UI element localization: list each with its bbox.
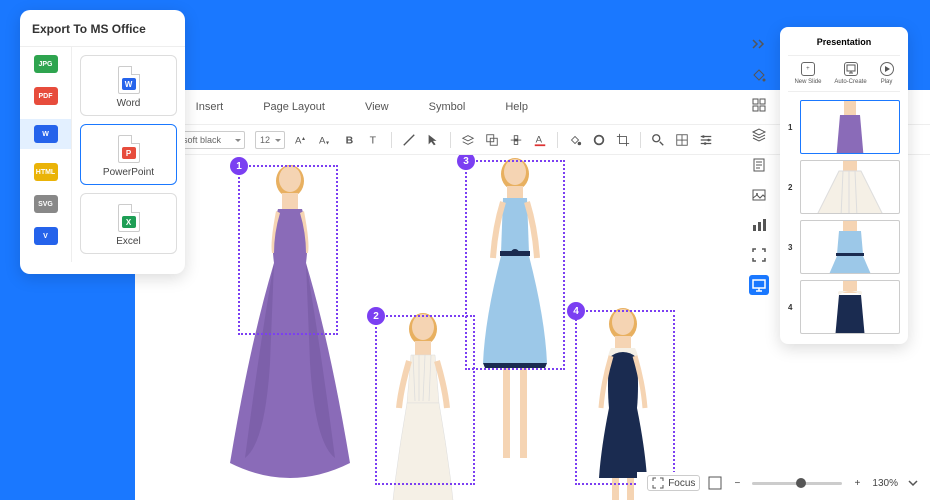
presentation-tool-icon[interactable] <box>749 275 769 295</box>
selection-badge-3: 3 <box>457 155 475 170</box>
selection-badge-2: 2 <box>367 307 385 325</box>
zoom-out-button[interactable]: − <box>730 476 744 490</box>
export-excel-label: Excel <box>116 236 140 247</box>
fill-color-icon[interactable] <box>568 133 582 147</box>
play-icon <box>880 62 894 76</box>
play-button[interactable]: Play <box>880 62 894 85</box>
export-title: Export To MS Office <box>20 22 185 47</box>
presentation-title: Presentation <box>788 37 900 47</box>
auto-create-button[interactable]: Auto-Create <box>834 62 866 85</box>
align-icon[interactable] <box>509 133 523 147</box>
font-decrease-icon[interactable]: A▾ <box>319 133 333 147</box>
settings-icon[interactable] <box>699 133 713 147</box>
collapse-icon[interactable] <box>749 37 769 51</box>
status-bar: Focus − + 130% <box>637 472 930 494</box>
fill-tool-icon[interactable] <box>749 65 769 85</box>
search-icon[interactable] <box>651 133 665 147</box>
svg-text:A: A <box>536 134 543 145</box>
text-icon[interactable]: T <box>367 133 381 147</box>
slide-1[interactable]: 1 <box>788 100 900 154</box>
selection-badge-1: 1 <box>230 157 248 175</box>
menu-symbol[interactable]: Symbol <box>429 101 466 113</box>
font-color-icon[interactable]: A <box>533 133 547 147</box>
group-icon[interactable] <box>485 133 499 147</box>
svg-text:B: B <box>346 134 354 146</box>
grid-icon[interactable] <box>675 133 689 147</box>
svg-text:▾: ▾ <box>326 139 329 146</box>
svg-text:T: T <box>370 134 377 146</box>
export-format-pdf[interactable]: PDF <box>34 87 58 105</box>
export-format-word-selected[interactable]: W <box>20 119 71 149</box>
menu-help[interactable]: Help <box>505 101 528 113</box>
chevron-down-icon[interactable] <box>906 476 920 490</box>
export-format-jpg[interactable]: JPG <box>34 55 58 73</box>
focus-button[interactable]: Focus <box>647 475 700 491</box>
export-word-card[interactable]: W Word <box>80 55 177 116</box>
export-format-visio[interactable]: V <box>34 227 58 245</box>
font-increase-icon[interactable]: A▴ <box>295 133 309 147</box>
line-icon[interactable] <box>402 133 416 147</box>
right-tool-column <box>749 29 775 303</box>
slide-2[interactable]: 2 <box>788 160 900 214</box>
chart-tool-icon[interactable] <box>749 215 769 235</box>
expand-tool-icon[interactable] <box>749 245 769 265</box>
svg-text:A: A <box>295 135 302 146</box>
crop-icon[interactable] <box>616 133 630 147</box>
layers-icon[interactable] <box>461 133 475 147</box>
presentation-panel: Presentation + New Slide Auto-Create Pla… <box>780 27 908 344</box>
export-powerpoint-card[interactable]: P PowerPoint <box>80 124 177 185</box>
menu-view[interactable]: View <box>365 101 389 113</box>
selection-box-3[interactable]: 3 <box>465 160 565 370</box>
export-format-html[interactable]: HTML <box>34 163 58 181</box>
export-format-list: JPG PDF W HTML SVG V <box>20 47 72 262</box>
svg-text:▴: ▴ <box>302 135 305 142</box>
export-powerpoint-label: PowerPoint <box>103 167 154 178</box>
image-tool-icon[interactable] <box>749 185 769 205</box>
zoom-in-button[interactable]: + <box>850 476 864 490</box>
shapes-tool-icon[interactable] <box>749 95 769 115</box>
slide-4[interactable]: 4 <box>788 280 900 334</box>
export-excel-card[interactable]: X Excel <box>80 193 177 254</box>
export-word-label: Word <box>117 98 141 109</box>
fit-page-icon[interactable] <box>708 476 722 490</box>
slide-3[interactable]: 3 <box>788 220 900 274</box>
new-slide-button[interactable]: + New Slide <box>794 62 821 85</box>
selection-box-4[interactable]: 4 <box>575 310 675 485</box>
export-panel: Export To MS Office JPG PDF W HTML SVG V… <box>20 10 185 274</box>
cursor-icon[interactable] <box>426 133 440 147</box>
export-format-svg[interactable]: SVG <box>34 195 58 213</box>
menu-page-layout[interactable]: Page Layout <box>263 101 325 113</box>
selection-box-1[interactable]: 1 <box>238 165 338 335</box>
layers-tool-icon[interactable] <box>749 125 769 145</box>
selection-badge-4: 4 <box>567 302 585 320</box>
plus-icon: + <box>801 62 815 76</box>
font-size-select[interactable]: 12 <box>255 131 285 149</box>
focus-icon <box>652 477 664 489</box>
zoom-level: 130% <box>872 478 898 489</box>
stroke-icon[interactable] <box>592 133 606 147</box>
screen-icon <box>844 62 858 76</box>
menu-insert[interactable]: Insert <box>196 101 224 113</box>
bold-icon[interactable]: B <box>343 133 357 147</box>
svg-text:A: A <box>319 135 326 146</box>
page-tool-icon[interactable] <box>749 155 769 175</box>
slide-list: 1 2 3 4 <box>788 100 900 334</box>
zoom-slider[interactable] <box>752 482 842 485</box>
